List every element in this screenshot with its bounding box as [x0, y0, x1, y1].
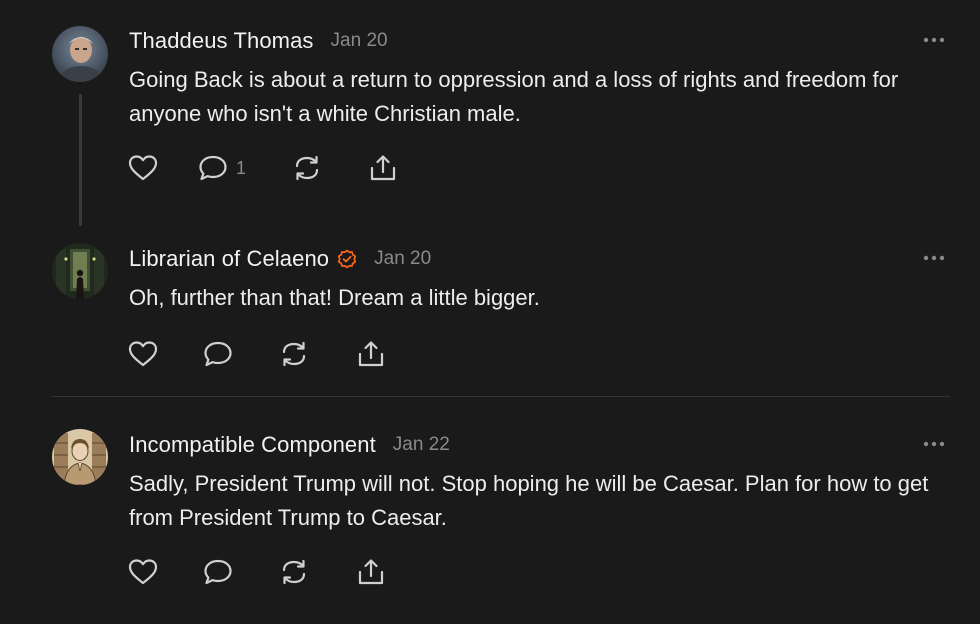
restack-button[interactable] — [279, 338, 309, 370]
heart-icon — [128, 154, 158, 182]
more-options-icon[interactable] — [918, 30, 950, 50]
restack-icon — [292, 154, 322, 182]
comment-text: Going Back is about a return to oppressi… — [129, 67, 899, 126]
reply-button[interactable] — [203, 338, 233, 370]
restack-icon — [279, 558, 309, 586]
like-button[interactable] — [128, 152, 158, 184]
comment-date[interactable]: Jan 20 — [331, 30, 388, 52]
comment-text: Sadly, President Trump will not. Stop ho… — [129, 471, 929, 530]
comment-date[interactable]: Jan 20 — [374, 248, 431, 270]
like-button[interactable] — [128, 338, 158, 370]
author-name[interactable]: Incompatible Component — [129, 432, 376, 458]
comment-text: Oh, further than that! Dream a little bi… — [129, 285, 540, 310]
share-icon — [368, 154, 398, 182]
more-options-icon[interactable] — [918, 248, 950, 268]
comment-date[interactable]: Jan 22 — [393, 434, 450, 456]
verified-check-icon — [337, 249, 357, 269]
avatar[interactable] — [52, 429, 108, 485]
restack-icon — [279, 340, 309, 368]
heart-icon — [128, 558, 158, 586]
author-name[interactable]: Librarian of Celaeno — [129, 246, 329, 272]
comment-header: Thaddeus Thomas Jan 20 — [129, 26, 388, 56]
share-button[interactable] — [356, 556, 386, 588]
reply-count: 1 — [236, 157, 247, 178]
restack-button[interactable] — [292, 152, 322, 184]
share-button[interactable] — [356, 338, 386, 370]
comment-bubble-icon — [198, 154, 228, 182]
comment-header: Librarian of Celaeno Jan 20 — [129, 244, 431, 274]
share-button[interactable] — [368, 152, 398, 184]
comment-divider — [52, 396, 950, 397]
thread-line — [79, 94, 82, 226]
more-options-icon[interactable] — [918, 434, 950, 454]
share-icon — [356, 558, 386, 586]
like-button[interactable] — [128, 556, 158, 588]
comment-header: Incompatible Component Jan 22 — [129, 430, 450, 460]
avatar[interactable] — [52, 243, 108, 299]
share-icon — [356, 340, 386, 368]
author-name[interactable]: Thaddeus Thomas — [129, 28, 314, 54]
comment-feed: Thaddeus Thomas Jan 20 Going Back is abo… — [0, 0, 980, 624]
heart-icon — [128, 340, 158, 368]
restack-button[interactable] — [279, 556, 309, 588]
comment-bubble-icon — [203, 558, 233, 586]
comment-bubble-icon — [203, 340, 233, 368]
reply-button[interactable] — [203, 556, 233, 588]
reply-button[interactable]: 1 — [198, 152, 246, 184]
avatar[interactable] — [52, 26, 108, 82]
